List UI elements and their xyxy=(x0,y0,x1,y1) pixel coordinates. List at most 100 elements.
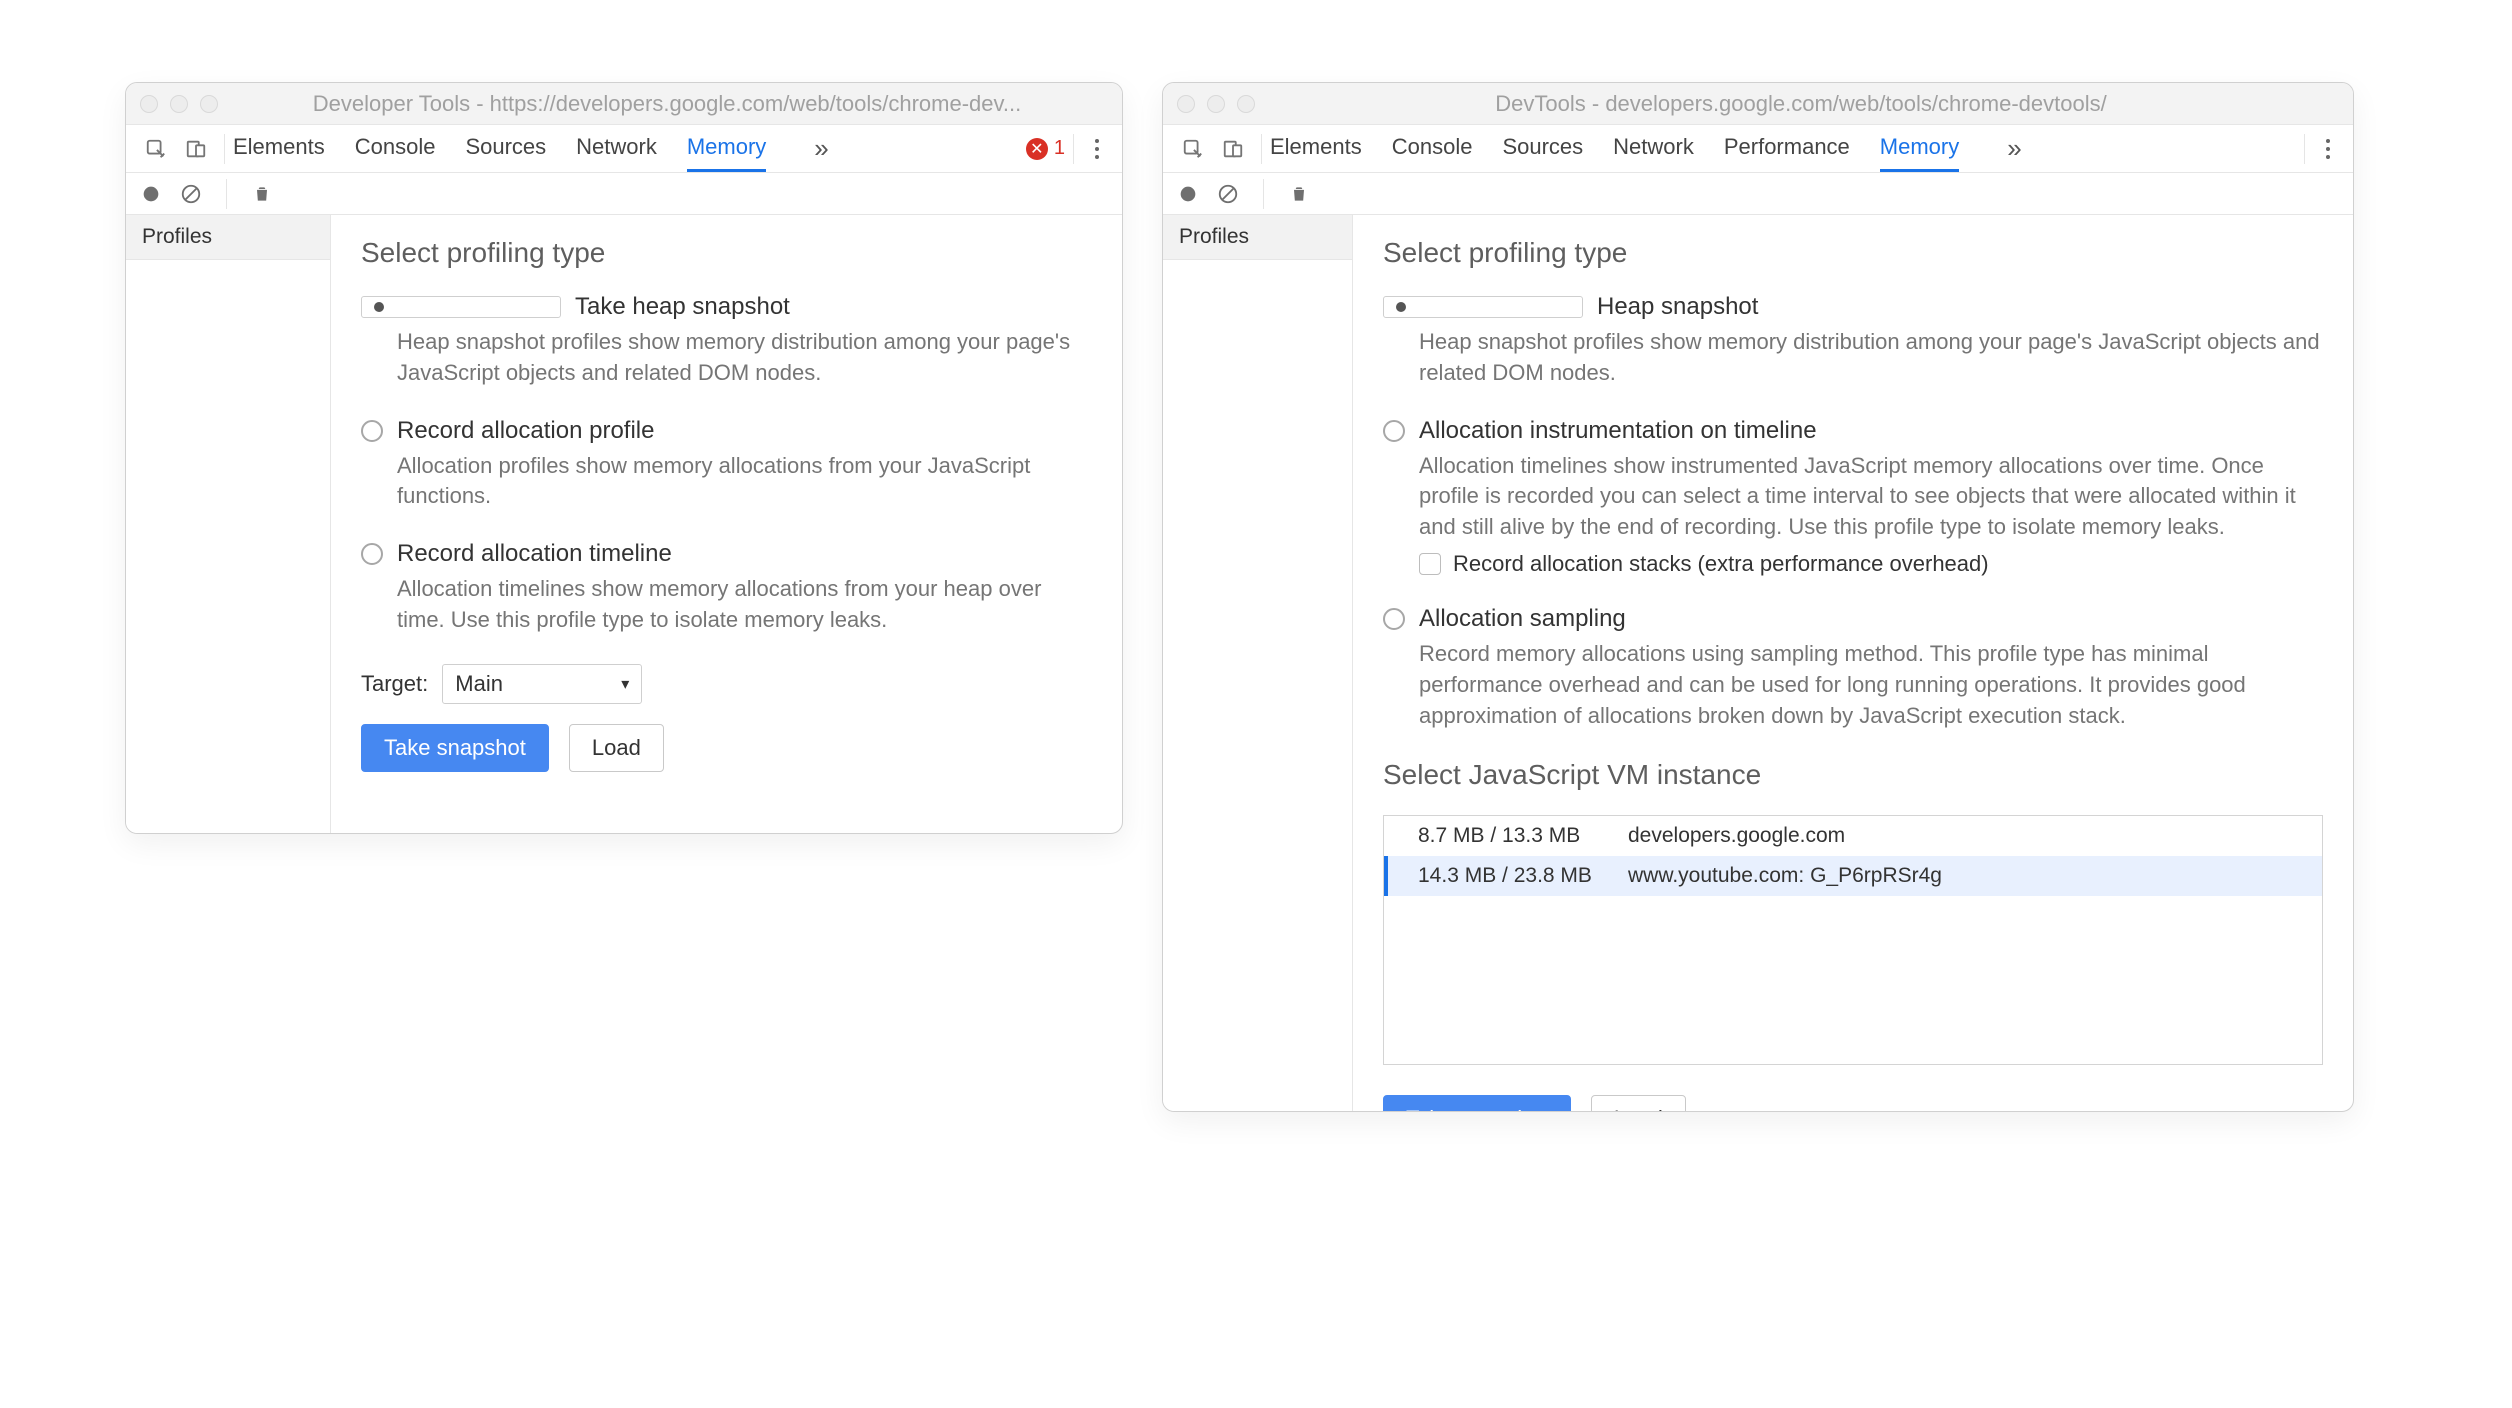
separator xyxy=(226,179,227,209)
option-description: Allocation profiles show memory allocati… xyxy=(361,451,1092,513)
separator xyxy=(224,134,225,164)
separator xyxy=(2304,134,2305,164)
minimize-window-icon[interactable] xyxy=(1207,95,1225,113)
profile-option-heap-snapshot[interactable]: Heap snapshot Heap snapshot profiles sho… xyxy=(1383,293,2323,389)
option-description: Heap snapshot profiles show memory distr… xyxy=(361,327,1092,389)
vm-name: www.youtube.com: G_P6rpRSr4g xyxy=(1618,864,1942,888)
window-title: Developer Tools - https://developers.goo… xyxy=(226,91,1108,117)
option-description: Heap snapshot profiles show memory distr… xyxy=(1383,327,2323,389)
devtools-tabbar: Elements Console Sources Network Memory … xyxy=(126,125,1122,173)
action-buttons: Take snapshot Load xyxy=(361,724,1092,772)
option-label: Heap snapshot xyxy=(1597,293,1758,321)
error-badge[interactable]: ✕ 1 xyxy=(1026,137,1065,160)
tab-sources[interactable]: Sources xyxy=(465,125,546,172)
vm-row[interactable]: 8.7 MB / 13.3 MB developers.google.com xyxy=(1384,816,2322,856)
profile-option-allocation-profile[interactable]: Record allocation profile Allocation pro… xyxy=(361,417,1092,513)
vm-size: 14.3 MB / 23.8 MB xyxy=(1388,864,1618,888)
devtools-window-right: DevTools - developers.google.com/web/too… xyxy=(1162,82,2354,1112)
close-window-icon[interactable] xyxy=(1177,95,1195,113)
traffic-lights xyxy=(1177,95,1255,113)
close-window-icon[interactable] xyxy=(140,95,158,113)
chevron-down-icon: ▾ xyxy=(621,674,629,694)
zoom-window-icon[interactable] xyxy=(1237,95,1255,113)
tab-elements[interactable]: Elements xyxy=(1270,125,1362,172)
titlebar: DevTools - developers.google.com/web/too… xyxy=(1163,83,2353,125)
settings-kebab-icon[interactable] xyxy=(2313,125,2343,173)
radio-icon[interactable] xyxy=(1383,420,1405,442)
profiles-toolbar xyxy=(126,173,1122,215)
radio-icon[interactable] xyxy=(1383,296,1583,318)
profiles-toolbar xyxy=(1163,173,2353,215)
clear-icon[interactable] xyxy=(1215,181,1241,207)
record-icon[interactable] xyxy=(1175,181,1201,207)
option-description: Record memory allocations using sampling… xyxy=(1383,639,2323,731)
clear-icon[interactable] xyxy=(178,181,204,207)
zoom-window-icon[interactable] xyxy=(200,95,218,113)
traffic-lights xyxy=(140,95,218,113)
minimize-window-icon[interactable] xyxy=(170,95,188,113)
load-button[interactable]: Load xyxy=(569,724,664,772)
panel-body: Profiles Select profiling type Heap snap… xyxy=(1163,215,2353,1111)
option-description: Allocation timelines show memory allocat… xyxy=(361,574,1092,636)
record-stacks-checkbox-row[interactable]: Record allocation stacks (extra performa… xyxy=(1419,551,2323,577)
devtools-tabbar: Elements Console Sources Network Perform… xyxy=(1163,125,2353,173)
take-snapshot-button[interactable]: Take snapshot xyxy=(1383,1095,1571,1111)
tab-console[interactable]: Console xyxy=(355,125,436,172)
checkbox-icon[interactable] xyxy=(1419,553,1441,575)
error-icon: ✕ xyxy=(1026,138,1048,160)
record-icon[interactable] xyxy=(138,181,164,207)
profile-option-allocation-sampling[interactable]: Allocation sampling Record memory alloca… xyxy=(1383,605,2323,731)
trash-icon[interactable] xyxy=(1286,181,1312,207)
device-mode-icon[interactable] xyxy=(176,125,216,173)
option-label: Allocation sampling xyxy=(1419,605,1626,633)
target-row: Target: Main ▾ xyxy=(361,664,1092,704)
tabs-overflow-icon[interactable]: » xyxy=(1989,133,2021,164)
take-snapshot-button[interactable]: Take snapshot xyxy=(361,724,549,772)
action-buttons: Take snapshot Load xyxy=(1383,1095,2323,1111)
vm-size: 8.7 MB / 13.3 MB xyxy=(1388,824,1618,848)
tabs: Elements Console Sources Network Memory … xyxy=(233,125,829,172)
tab-network[interactable]: Network xyxy=(576,125,657,172)
option-label: Record allocation timeline xyxy=(397,540,672,568)
tab-elements[interactable]: Elements xyxy=(233,125,325,172)
radio-icon[interactable] xyxy=(361,420,383,442)
option-label: Record allocation profile xyxy=(397,417,654,445)
radio-icon[interactable] xyxy=(361,296,561,318)
tab-memory[interactable]: Memory xyxy=(687,125,766,172)
sidebar-item-profiles[interactable]: Profiles xyxy=(1163,215,1352,260)
tab-console[interactable]: Console xyxy=(1392,125,1473,172)
tabs-overflow-icon[interactable]: » xyxy=(796,133,828,164)
trash-icon[interactable] xyxy=(249,181,275,207)
page-heading: Select profiling type xyxy=(361,237,1092,269)
option-label: Allocation instrumentation on timeline xyxy=(1419,417,1817,445)
profile-option-allocation-timeline[interactable]: Allocation instrumentation on timeline A… xyxy=(1383,417,2323,577)
tab-network[interactable]: Network xyxy=(1613,125,1694,172)
separator xyxy=(1073,134,1074,164)
inspect-element-icon[interactable] xyxy=(136,125,176,173)
vm-instance-table: 8.7 MB / 13.3 MB developers.google.com 1… xyxy=(1383,815,2323,1065)
checkbox-label: Record allocation stacks (extra performa… xyxy=(1453,551,1989,577)
target-select[interactable]: Main ▾ xyxy=(442,664,642,704)
profile-option-heap-snapshot[interactable]: Take heap snapshot Heap snapshot profile… xyxy=(361,293,1092,389)
settings-kebab-icon[interactable] xyxy=(1082,125,1112,173)
panel-body: Profiles Select profiling type Take heap… xyxy=(126,215,1122,833)
main-content: Select profiling type Take heap snapshot… xyxy=(331,215,1122,833)
tab-performance[interactable]: Performance xyxy=(1724,125,1850,172)
tab-sources[interactable]: Sources xyxy=(1502,125,1583,172)
tab-memory[interactable]: Memory xyxy=(1880,125,1959,172)
inspect-element-icon[interactable] xyxy=(1173,125,1213,173)
radio-icon[interactable] xyxy=(361,543,383,565)
vm-row[interactable]: 14.3 MB / 23.8 MB www.youtube.com: G_P6r… xyxy=(1384,856,2322,896)
target-label: Target: xyxy=(361,671,428,697)
sidebar-item-profiles[interactable]: Profiles xyxy=(126,215,330,260)
page-heading: Select profiling type xyxy=(1383,237,2323,269)
radio-icon[interactable] xyxy=(1383,608,1405,630)
separator xyxy=(1261,134,1262,164)
devtools-window-left: Developer Tools - https://developers.goo… xyxy=(125,82,1123,834)
device-mode-icon[interactable] xyxy=(1213,125,1253,173)
error-count: 1 xyxy=(1054,137,1065,160)
tabs: Elements Console Sources Network Perform… xyxy=(1270,125,2022,172)
titlebar: Developer Tools - https://developers.goo… xyxy=(126,83,1122,125)
load-button[interactable]: Load xyxy=(1591,1095,1686,1111)
profile-option-allocation-timeline[interactable]: Record allocation timeline Allocation ti… xyxy=(361,540,1092,636)
